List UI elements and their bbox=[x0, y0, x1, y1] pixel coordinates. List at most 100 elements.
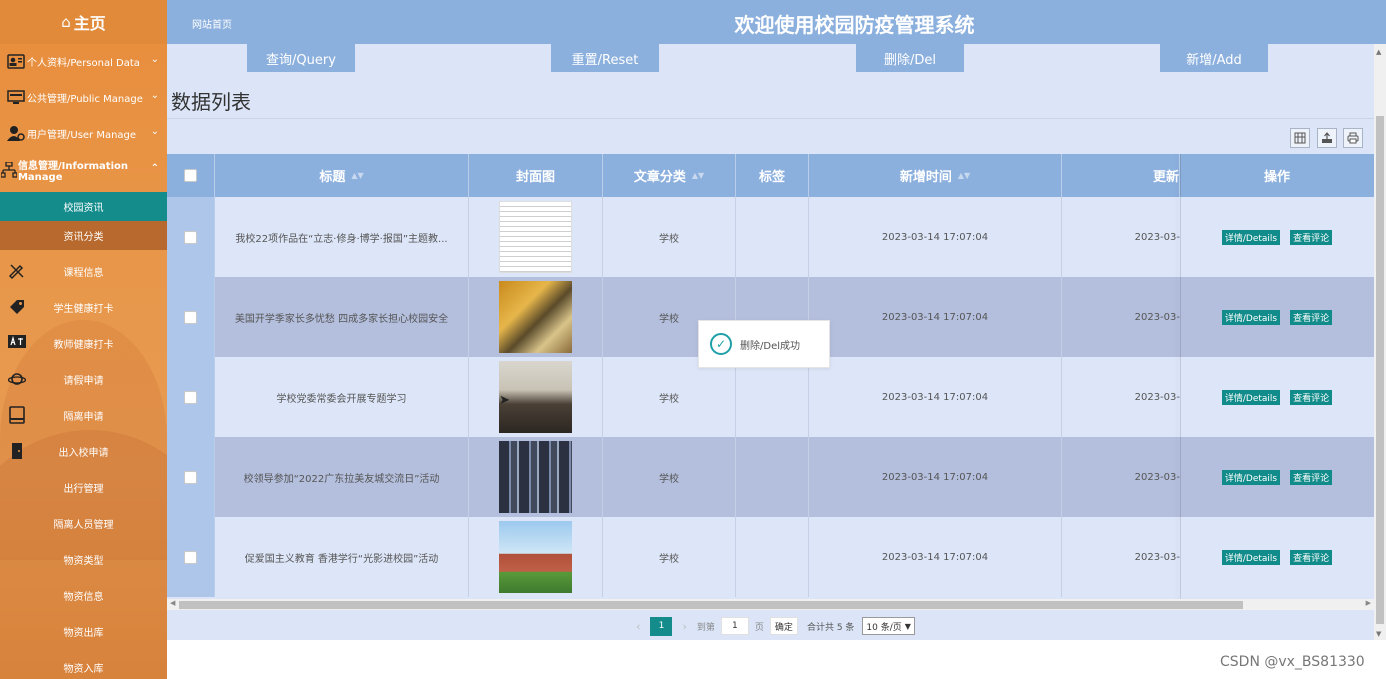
row-checkbox-cell bbox=[167, 197, 215, 277]
current-page-button[interactable]: 1 bbox=[650, 616, 673, 636]
cover-image[interactable] bbox=[499, 441, 572, 513]
door-icon bbox=[8, 442, 26, 460]
sidebar-group-public[interactable]: 公共管理/Public Manage ⌄ bbox=[0, 79, 167, 115]
sidebar-group-label: 信息管理/Information Manage bbox=[17, 161, 128, 183]
sidebar-item-isolated-people[interactable]: 隔离人员管理 bbox=[0, 505, 167, 541]
header-label: 更新 bbox=[1152, 170, 1179, 185]
scroll-down-icon[interactable]: ▼ bbox=[1376, 630, 1381, 638]
planet-icon bbox=[8, 370, 26, 388]
cell-category: 学校 bbox=[603, 197, 736, 277]
cell-updated: 2023-03- bbox=[1134, 551, 1180, 563]
sidebar-item-teacher-health[interactable]: 教师健康打卡 bbox=[0, 325, 167, 361]
page-size-select[interactable]: 10 条/页 ▼ bbox=[862, 617, 915, 635]
sidebar-item-label: 物资入库 bbox=[63, 663, 104, 675]
mouse-cursor-icon: ➤ bbox=[499, 393, 510, 408]
goto-page-input[interactable]: 1 bbox=[720, 617, 749, 635]
details-button[interactable]: 详情/Details bbox=[1221, 309, 1281, 325]
add-button[interactable]: 新增/Add bbox=[1160, 44, 1268, 72]
view-comments-button[interactable]: 查看评论 bbox=[1290, 389, 1333, 405]
header-label: 操作 bbox=[1263, 170, 1290, 185]
sort-icon[interactable]: ▲▼ bbox=[958, 171, 970, 180]
sidebar-group-information[interactable]: 信息管理/Information Manage ⌃ bbox=[0, 152, 167, 188]
header-title[interactable]: 标题 ▲▼ bbox=[215, 154, 469, 197]
query-button[interactable]: 查询/Query bbox=[247, 44, 355, 72]
sidebar-group-personal[interactable]: 个人资料/Personal Data ⌄ bbox=[0, 43, 167, 79]
header-tags: 标签 bbox=[736, 154, 809, 197]
cell-updated: 2023-03- bbox=[1134, 311, 1180, 323]
header-category[interactable]: 文章分类 ▲▼ bbox=[603, 154, 736, 197]
horizontal-scroll-thumb[interactable] bbox=[179, 601, 1243, 609]
next-page-button[interactable]: › bbox=[682, 620, 686, 633]
sidebar-item-student-health[interactable]: 学生健康打卡 bbox=[0, 289, 167, 325]
cell-tags bbox=[736, 357, 809, 437]
total-prefix: 合计 bbox=[806, 622, 825, 633]
sidebar-item-campus-access[interactable]: 出入校申请 bbox=[0, 433, 167, 469]
details-button[interactable]: 详情/Details bbox=[1221, 469, 1281, 485]
sidebar-group-label: 用户管理/User Manage bbox=[27, 129, 137, 141]
details-button[interactable]: 详情/Details bbox=[1221, 549, 1281, 565]
goto-confirm-button[interactable]: 确定 bbox=[769, 617, 798, 635]
cell-tags bbox=[736, 197, 809, 277]
view-comments-button[interactable]: 查看评论 bbox=[1290, 549, 1333, 565]
sidebar-item-label: 物资类型 bbox=[63, 555, 104, 567]
tag-icon bbox=[8, 298, 26, 316]
cell-title: 学校党委常委会开展专题学习 bbox=[215, 357, 469, 437]
select-all-checkbox[interactable] bbox=[184, 169, 197, 182]
cover-image[interactable] bbox=[499, 201, 572, 273]
cover-image[interactable] bbox=[499, 281, 572, 353]
cell-ops: 详情/Details 查看评论 bbox=[1180, 277, 1374, 357]
sidebar-item-leave-application[interactable]: 请假申请 bbox=[0, 361, 167, 397]
horizontal-scrollbar[interactable]: ◀ ▶ bbox=[167, 599, 1374, 610]
row-checkbox[interactable] bbox=[184, 550, 197, 564]
details-button[interactable]: 详情/Details bbox=[1221, 389, 1281, 405]
delete-button[interactable]: 删除/Del bbox=[856, 44, 964, 72]
export-icon[interactable] bbox=[1317, 128, 1337, 148]
sidebar-item-supply-info[interactable]: 物资信息 bbox=[0, 577, 167, 613]
cell-cover bbox=[469, 357, 603, 437]
sidebar-subitem-campus-news[interactable]: 校园资讯 bbox=[0, 192, 167, 221]
details-button[interactable]: 详情/Details bbox=[1221, 229, 1281, 245]
pencil-ruler-icon bbox=[8, 262, 26, 280]
row-checkbox[interactable] bbox=[184, 470, 197, 484]
cell-cover bbox=[469, 277, 603, 357]
header-updated[interactable]: 更新 bbox=[1062, 154, 1180, 197]
cell-ops: 详情/Details 查看评论 bbox=[1180, 197, 1374, 277]
sidebar-group-user[interactable]: 用户管理/User Manage ⌄ bbox=[0, 115, 167, 151]
sort-icon[interactable]: ▲▼ bbox=[351, 171, 363, 180]
cover-image[interactable] bbox=[499, 521, 572, 593]
scroll-up-icon[interactable]: ▲ bbox=[1376, 48, 1381, 56]
check-circle-icon: ✓ bbox=[710, 333, 732, 355]
sidebar-subitem-label: 资讯分类 bbox=[63, 232, 104, 243]
sort-icon[interactable]: ▲▼ bbox=[692, 171, 704, 180]
page-header-title: 欢迎使用校园防疫管理系统 bbox=[734, 13, 975, 37]
scroll-right-icon[interactable]: ▶ bbox=[1366, 599, 1371, 607]
sidebar-item-travel[interactable]: 出行管理 bbox=[0, 469, 167, 505]
sidebar-item-supply-type[interactable]: 物资类型 bbox=[0, 541, 167, 577]
reset-button[interactable]: 重置/Reset bbox=[551, 44, 659, 72]
prev-page-button[interactable]: ‹ bbox=[636, 620, 640, 633]
view-comments-button[interactable]: 查看评论 bbox=[1290, 309, 1333, 325]
row-checkbox[interactable] bbox=[184, 390, 197, 404]
print-icon[interactable] bbox=[1343, 128, 1363, 148]
cell-tags bbox=[736, 437, 809, 517]
view-comments-button[interactable]: 查看评论 bbox=[1290, 469, 1333, 485]
row-checkbox[interactable] bbox=[184, 230, 197, 244]
sidebar-home[interactable]: ⌂ 主页 bbox=[0, 0, 167, 44]
sidebar-item-course[interactable]: 课程信息 bbox=[0, 253, 167, 289]
row-checkbox-cell bbox=[167, 437, 215, 517]
scroll-left-icon[interactable]: ◀ bbox=[170, 599, 175, 607]
header-created[interactable]: 新增时间 ▲▼ bbox=[809, 154, 1062, 197]
sidebar-item-supply-in[interactable]: 物资入库 bbox=[0, 649, 167, 679]
cell-category: 学校 bbox=[603, 437, 736, 517]
row-checkbox[interactable] bbox=[184, 310, 197, 324]
sidebar-subitem-news-category[interactable]: 资讯分类 bbox=[0, 221, 167, 250]
columns-filter-icon[interactable] bbox=[1290, 128, 1310, 148]
goto-label: 到第 bbox=[696, 622, 715, 633]
table-row: 学校党委常委会开展专题学习 学校 2023-03-14 17:07:04 202… bbox=[167, 357, 1374, 437]
vertical-scroll-thumb[interactable] bbox=[1376, 116, 1384, 624]
sidebar-item-supply-out[interactable]: 物资出库 bbox=[0, 613, 167, 649]
cell-cover bbox=[469, 197, 603, 277]
sidebar-item-isolation-application[interactable]: 隔离申请 bbox=[0, 397, 167, 433]
vertical-scrollbar[interactable]: ▲ ▼ bbox=[1374, 44, 1386, 640]
view-comments-button[interactable]: 查看评论 bbox=[1290, 229, 1333, 245]
